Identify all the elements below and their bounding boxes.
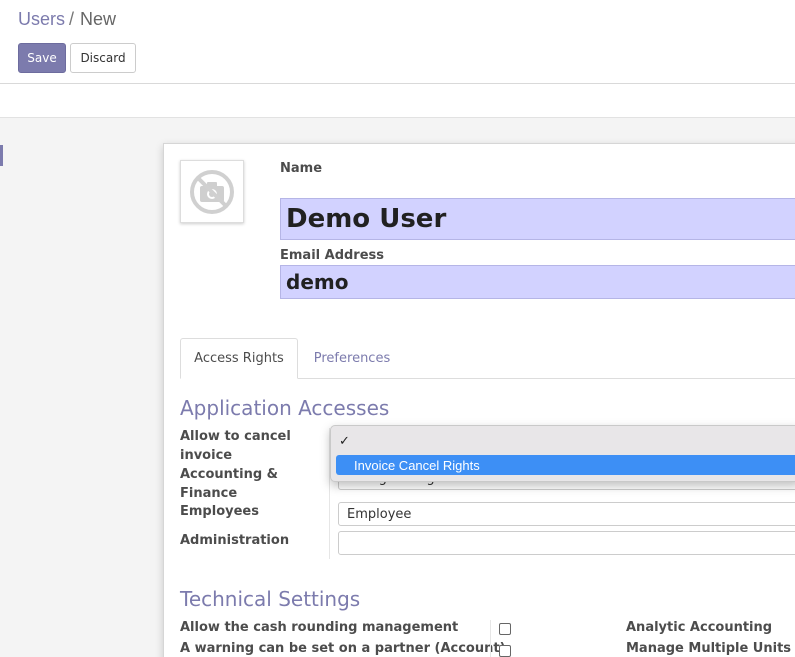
cash-rounding-checkbox[interactable] <box>499 623 511 635</box>
camera-off-icon <box>190 169 234 214</box>
name-input[interactable]: Demo User <box>280 198 795 240</box>
accounting-finance-label: Accounting & Finance <box>180 467 279 501</box>
control-panel-subbar <box>0 85 795 118</box>
technical-column-divider <box>490 620 491 657</box>
breadcrumb-separator: / <box>69 9 75 29</box>
breadcrumb: Users / New <box>18 9 116 30</box>
breadcrumb-users-link[interactable]: Users <box>18 9 65 29</box>
email-label: Email Address <box>280 248 385 263</box>
tab-access-rights[interactable]: Access Rights <box>180 338 298 379</box>
employees-label: Employees <box>180 504 259 519</box>
name-label: Name <box>280 161 323 176</box>
save-button[interactable]: Save <box>18 43 66 73</box>
cancel-invoice-dropdown[interactable]: ✓ Invoice Cancel Rights <box>330 425 795 482</box>
sidebar-active-marker <box>0 145 3 166</box>
employees-select[interactable]: Employee <box>338 502 795 526</box>
breadcrumb-current: New <box>80 9 117 29</box>
dropdown-option-invoice-cancel-rights[interactable]: Invoice Cancel Rights <box>336 455 795 475</box>
application-accesses-title: Application Accesses <box>180 396 390 420</box>
technical-settings-title: Technical Settings <box>180 587 361 611</box>
control-panel: Users / New Save Discard <box>0 0 795 84</box>
cash-rounding-label: Allow the cash rounding management <box>180 620 459 635</box>
tab-preferences[interactable]: Preferences <box>298 338 406 379</box>
partner-warning-label: A warning can be set on a partner (Accou… <box>180 641 506 656</box>
checkmark-icon: ✓ <box>339 434 350 449</box>
email-input[interactable]: demo <box>280 265 795 299</box>
allow-cancel-invoice-label: Allow to cancel invoice <box>180 429 291 463</box>
analytic-accounting-label: Analytic Accounting <box>626 620 773 635</box>
administration-select[interactable] <box>338 531 795 555</box>
administration-label: Administration <box>180 533 290 548</box>
discard-button[interactable]: Discard <box>70 43 136 73</box>
multiple-units-label: Manage Multiple Units of <box>626 641 792 657</box>
avatar[interactable] <box>180 160 244 223</box>
partner-warning-checkbox[interactable] <box>499 645 511 657</box>
